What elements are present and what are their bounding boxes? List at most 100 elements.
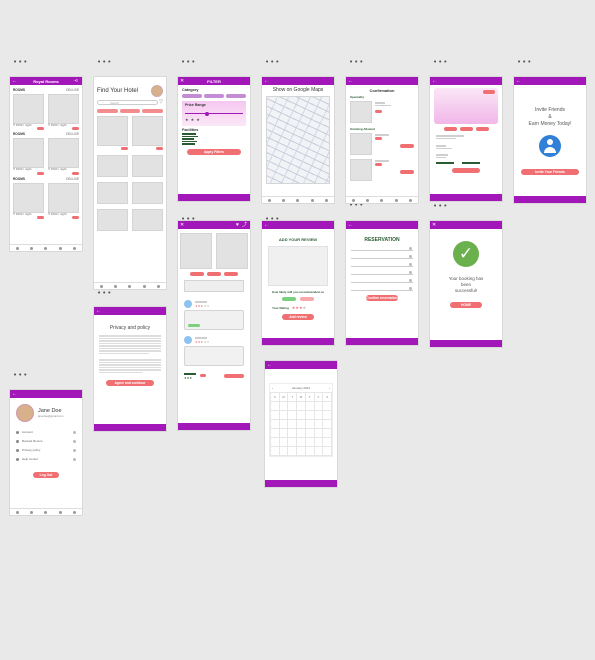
confirm-reservation-button[interactable]: Confirm reservation	[366, 295, 398, 301]
room-card[interactable]: DELUXE ₹ 1500 / night	[48, 88, 79, 131]
star-rating[interactable]: ★★★★	[292, 305, 306, 310]
hotel-card[interactable]	[132, 116, 163, 150]
month-label: January 2021	[291, 386, 311, 390]
review-textarea[interactable]	[268, 246, 328, 286]
screen-hotel-detail: ←	[430, 77, 502, 201]
bottom-nav[interactable]	[346, 196, 418, 203]
yes-option[interactable]	[282, 297, 296, 301]
back-arrow-icon[interactable]: ←	[348, 78, 354, 84]
back-arrow-icon[interactable]: ←	[267, 362, 273, 368]
frame-menu-dots[interactable]: •••	[433, 58, 448, 66]
reservation-field[interactable]	[351, 246, 413, 251]
hotel-card[interactable]	[132, 155, 163, 177]
back-arrow-icon[interactable]: ←	[516, 78, 522, 84]
hotel-card[interactable]	[97, 116, 128, 150]
reservation-field[interactable]	[351, 262, 413, 267]
top-bar: ←	[514, 77, 586, 85]
category-chip[interactable]	[204, 94, 224, 98]
hotel-image	[434, 88, 498, 124]
frame-menu-dots[interactable]: •••	[349, 58, 364, 66]
invite-line: &	[548, 113, 552, 120]
frame-menu-dots[interactable]: •••	[97, 289, 112, 297]
avatar[interactable]	[151, 85, 163, 97]
back-arrow-icon[interactable]: ←	[264, 222, 270, 228]
room-card[interactable]: ROOMS ₹ 1500 / night	[13, 88, 44, 131]
book-button[interactable]	[452, 167, 480, 173]
hotel-card[interactable]	[132, 182, 163, 204]
frame-menu-dots[interactable]: •••	[517, 58, 532, 66]
close-icon[interactable]: ✕	[432, 222, 438, 228]
profile-menu-item[interactable]: Privacy policy	[16, 446, 76, 455]
next-month-icon[interactable]: ›	[329, 386, 330, 390]
avatar[interactable]	[16, 404, 34, 422]
room-card[interactable]: DELUXE ₹ 1500 / night	[48, 133, 79, 175]
star-icon[interactable]: ★	[196, 117, 200, 122]
frame-menu-dots[interactable]: •••	[13, 371, 28, 379]
profile-menu-item[interactable]: Help Center	[16, 455, 76, 464]
bottom-nav[interactable]	[94, 282, 166, 289]
room-card[interactable]: DELUXE ₹ 1500 / night	[48, 177, 79, 220]
bottom-nav[interactable]	[10, 508, 82, 515]
gallery-image[interactable]	[180, 233, 212, 269]
back-arrow-icon[interactable]: ←	[12, 391, 18, 397]
slider-knob[interactable]	[205, 111, 210, 116]
filter-icon[interactable]: ▽	[159, 99, 163, 105]
reservation-field[interactable]	[351, 270, 413, 275]
category-tab[interactable]	[119, 109, 141, 113]
frame-menu-dots[interactable]: •••	[97, 58, 112, 66]
share-icon[interactable]: ⤴	[242, 222, 248, 228]
option-chip[interactable]	[475, 127, 489, 131]
share-icon[interactable]: ⋖	[74, 78, 80, 84]
top-bar: ✕ FILTER	[178, 77, 250, 85]
back-arrow-icon[interactable]: ←	[432, 78, 438, 84]
screen-map: ← Show on Google Maps	[262, 77, 334, 203]
back-arrow-icon[interactable]: ←	[348, 222, 354, 228]
bottom-nav[interactable]	[262, 196, 334, 203]
profile-menu-item[interactable]: Booked Rooms	[16, 437, 76, 446]
map-title: Show on Google Maps	[272, 87, 324, 93]
invite-friends-button[interactable]: Invite Your Friends	[521, 169, 579, 176]
book-now-button[interactable]	[224, 373, 244, 378]
hotel-card[interactable]	[97, 182, 128, 204]
profile-menu-item[interactable]: Account	[16, 428, 76, 437]
back-arrow-icon[interactable]: ←	[264, 78, 270, 84]
star-icon[interactable]: ★	[191, 117, 195, 122]
category-tab[interactable]	[97, 109, 118, 113]
screen-reviews: ✕ ♥ ⤴ ★★★ ★★ ★★★ ★★ ★★★	[178, 221, 250, 430]
no-option[interactable]	[300, 297, 314, 301]
room-card[interactable]: ROOMS ₹ 1500 / night	[13, 177, 44, 220]
hotel-card[interactable]	[97, 155, 128, 177]
calendar-grid[interactable]: SMTWTFS	[270, 392, 332, 456]
gallery-image[interactable]	[216, 233, 248, 269]
hotel-card[interactable]	[97, 209, 128, 231]
option-chip[interactable]	[443, 127, 457, 131]
frame-menu-dots[interactable]: •••	[433, 202, 448, 210]
map-view[interactable]	[266, 96, 330, 184]
back-arrow-icon[interactable]: ←	[96, 308, 102, 314]
bottom-nav[interactable]	[10, 244, 82, 251]
category-tab[interactable]	[142, 109, 164, 113]
option-chip[interactable]	[459, 127, 473, 131]
apply-filters-button[interactable]: Apply Filters	[187, 148, 241, 155]
agree-button[interactable]: Agree and continue	[106, 380, 154, 386]
price-slider[interactable]	[185, 111, 243, 116]
star-icon[interactable]: ★	[185, 117, 189, 122]
frame-menu-dots[interactable]: •••	[265, 58, 280, 66]
hotel-card[interactable]	[132, 209, 163, 231]
category-heading: Category	[182, 88, 199, 92]
logout-button[interactable]: Log Out	[33, 472, 59, 478]
reservation-field[interactable]	[351, 278, 413, 283]
close-icon[interactable]: ✕	[180, 222, 186, 228]
reservation-field[interactable]	[351, 286, 413, 291]
home-button[interactable]: HOME	[450, 302, 482, 309]
add-review-button[interactable]: Add review	[282, 314, 314, 320]
frame-menu-dots[interactable]: •••	[13, 58, 28, 66]
bed-icon	[16, 440, 19, 443]
reservation-field[interactable]	[351, 254, 413, 259]
frame-menu-dots[interactable]: •••	[181, 58, 196, 66]
search-input[interactable]: Search	[97, 99, 159, 105]
category-chip[interactable]	[226, 94, 246, 98]
footer-bar	[430, 340, 502, 347]
room-card[interactable]: ROOMS ₹ 1500 / night	[13, 133, 44, 175]
category-chip[interactable]	[182, 94, 202, 98]
